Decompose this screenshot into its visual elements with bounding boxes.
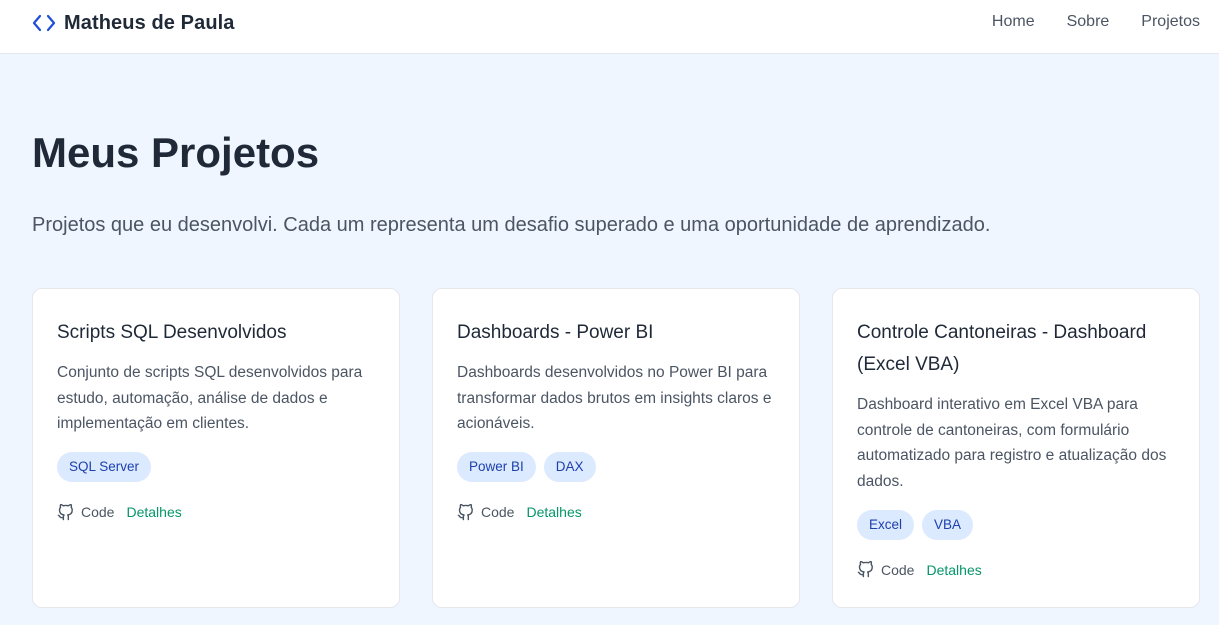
navbar: Matheus de Paula Home Sobre Projetos <box>0 0 1219 54</box>
brand-name: Matheus de Paula <box>64 11 235 34</box>
project-description: Conjunto de scripts SQL desenvolvidos pa… <box>57 364 363 433</box>
project-title: Controle Cantoneiras - Dashboard (Excel … <box>857 322 1147 375</box>
tech-tag: Excel <box>857 509 915 540</box>
tag-list: Excel VBA <box>857 509 1175 540</box>
tag-list: Power BI DAX <box>457 452 775 483</box>
project-description: Dashboards desenvolvidos no Power BI par… <box>457 364 772 433</box>
brand-logo[interactable]: Matheus de Paula <box>32 11 235 35</box>
page-subtitle: Projetos que eu desenvolvi. Cada um repr… <box>32 214 991 236</box>
nav-link-sobre[interactable]: Sobre <box>1067 13 1110 31</box>
project-links: Code Detalhes <box>857 560 1175 580</box>
details-link[interactable]: Detalhes <box>926 562 981 578</box>
code-link-label: Code <box>481 504 515 521</box>
project-card: Scripts SQL Desenvolvidos Conjunto de sc… <box>32 288 400 608</box>
tech-tag: DAX <box>543 452 596 483</box>
project-links: Code Detalhes <box>57 502 375 522</box>
tech-tag: SQL Server <box>57 452 152 483</box>
details-link[interactable]: Detalhes <box>526 504 581 520</box>
details-link[interactable]: Detalhes <box>126 504 181 520</box>
project-description: Dashboard interativo em Excel VBA para c… <box>857 396 1167 491</box>
code-link-label: Code <box>81 504 115 521</box>
page-title: Meus Projetos <box>32 129 320 176</box>
project-card: Dashboards - Power BI Dashboards desenvo… <box>432 288 800 608</box>
github-icon <box>457 503 473 520</box>
nav-link-home[interactable]: Home <box>992 13 1035 31</box>
code-link-label: Code <box>881 561 915 578</box>
code-link[interactable]: Code <box>857 561 914 578</box>
nav-link-projetos[interactable]: Projetos <box>1141 13 1200 31</box>
project-links: Code Detalhes <box>457 502 775 522</box>
project-title: Scripts SQL Desenvolvidos <box>57 322 287 343</box>
code-link[interactable]: Code <box>457 503 515 521</box>
nav-menu: Home Sobre Projetos <box>992 13 1200 31</box>
github-icon <box>857 561 873 578</box>
tech-tag: Power BI <box>457 452 536 483</box>
github-icon <box>57 503 73 520</box>
tech-tag: VBA <box>922 509 974 540</box>
project-title: Dashboards - Power BI <box>457 322 654 343</box>
code-link[interactable]: Code <box>57 503 115 521</box>
code-brackets-icon <box>32 14 56 32</box>
tag-list: SQL Server <box>57 452 375 483</box>
project-card: Controle Cantoneiras - Dashboard (Excel … <box>832 288 1200 608</box>
